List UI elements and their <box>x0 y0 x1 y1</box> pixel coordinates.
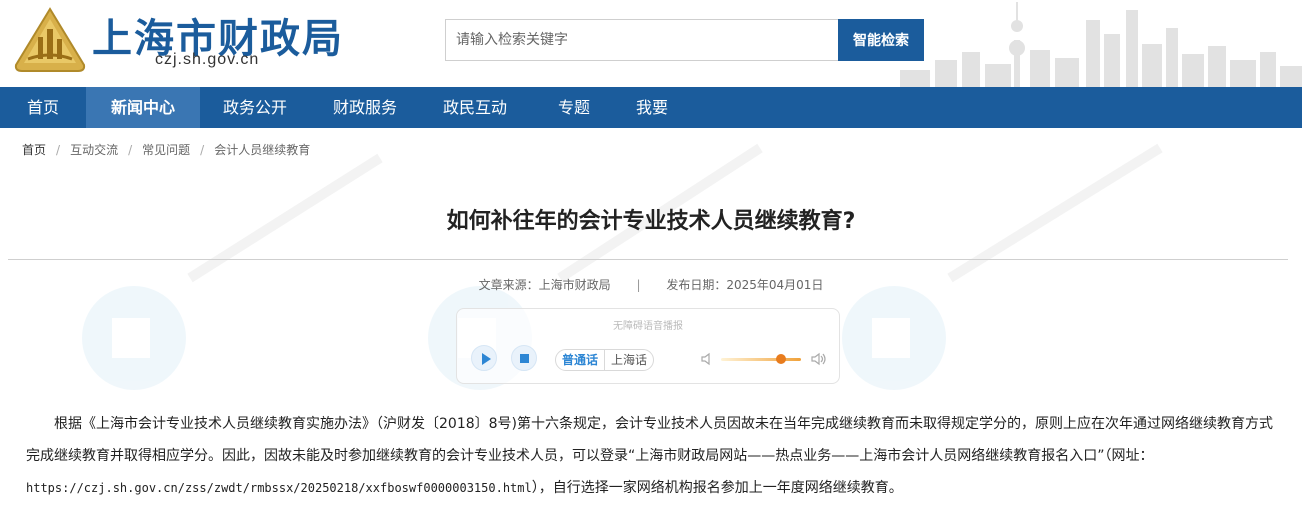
meta-divider: | <box>636 278 641 292</box>
volume-slider-handle[interactable] <box>776 354 786 364</box>
article-title: 如何补往年的会计专业技术人员继续教育? <box>446 209 856 234</box>
audio-player: 无障碍语音播报 普通话 上海话 <box>456 308 840 384</box>
city-skyline-graphic <box>900 2 1302 87</box>
article-date: 发布日期：2025年04月01日 <box>666 278 824 292</box>
article-body: 根据《上海市会计专业技术人员继续教育实施办法》（沪财发〔2018〕8号)第十六条… <box>26 408 1276 504</box>
nav-item-home[interactable]: 首页 <box>0 87 86 128</box>
nav-item-news-center[interactable]: 新闻中心 <box>86 87 200 128</box>
nav-item-i-want[interactable]: 我要 <box>618 87 686 128</box>
breadcrumb-separator: / <box>200 142 205 157</box>
breadcrumb-faq[interactable]: 常见问题 <box>142 141 190 158</box>
article-meta: 文章来源：上海市财政局 | 发布日期：2025年04月01日 <box>0 276 1302 293</box>
main-nav: 首页 新闻中心 政务公开 财政服务 政民互动 专题 我要 <box>0 87 1302 128</box>
article-source: 文章来源：上海市财政局 <box>478 278 611 292</box>
site-domain: czj.sh.gov.cn <box>155 51 260 68</box>
title-divider <box>8 259 1288 260</box>
play-button[interactable] <box>471 345 497 371</box>
volume-high-icon <box>811 352 826 366</box>
volume-slider[interactable] <box>721 358 801 361</box>
article-text-part2: ），自行选择一家网络机构报名参加上一年度网络继续教育。 <box>531 480 903 496</box>
nav-item-finance-services[interactable]: 财政服务 <box>310 87 420 128</box>
nav-item-government-affairs[interactable]: 政务公开 <box>200 87 310 128</box>
city-emblem-icon[interactable] <box>12 7 88 73</box>
nav-item-topics[interactable]: 专题 <box>530 87 618 128</box>
article-text-part1: 根据《上海市会计专业技术人员继续教育实施办法》（沪财发〔2018〕8号)第十六条… <box>26 416 1273 464</box>
breadcrumb-current[interactable]: 会计人员继续教育 <box>214 141 310 158</box>
site-header: 上海市财政局 czj.sh.gov.cn 智能检索 <box>0 0 1302 87</box>
article-paragraph: 根据《上海市会计专业技术人员继续教育实施办法》（沪财发〔2018〕8号)第十六条… <box>26 408 1276 504</box>
search-input[interactable] <box>445 19 839 61</box>
player-caption: 无障碍语音播报 <box>613 321 683 332</box>
breadcrumb-separator: / <box>128 142 133 157</box>
breadcrumb-interaction[interactable]: 互动交流 <box>70 141 118 158</box>
language-toggle: 普通话 上海话 <box>555 349 655 371</box>
nav-item-public-interaction[interactable]: 政民互动 <box>420 87 530 128</box>
stop-button[interactable] <box>511 345 537 371</box>
breadcrumb-home[interactable]: 首页 <box>22 141 46 158</box>
registration-url-link[interactable]: https://czj.sh.gov.cn/zss/zwdt/rmbssx/20… <box>26 481 532 495</box>
breadcrumb: 首页 / 互动交流 / 常见问题 / 会计人员继续教育 <box>22 141 310 158</box>
lang-mandarin-button[interactable]: 普通话 <box>556 350 606 370</box>
lang-shanghainese-button[interactable]: 上海话 <box>605 350 653 370</box>
volume-low-icon <box>701 352 710 366</box>
breadcrumb-separator: / <box>56 142 61 157</box>
